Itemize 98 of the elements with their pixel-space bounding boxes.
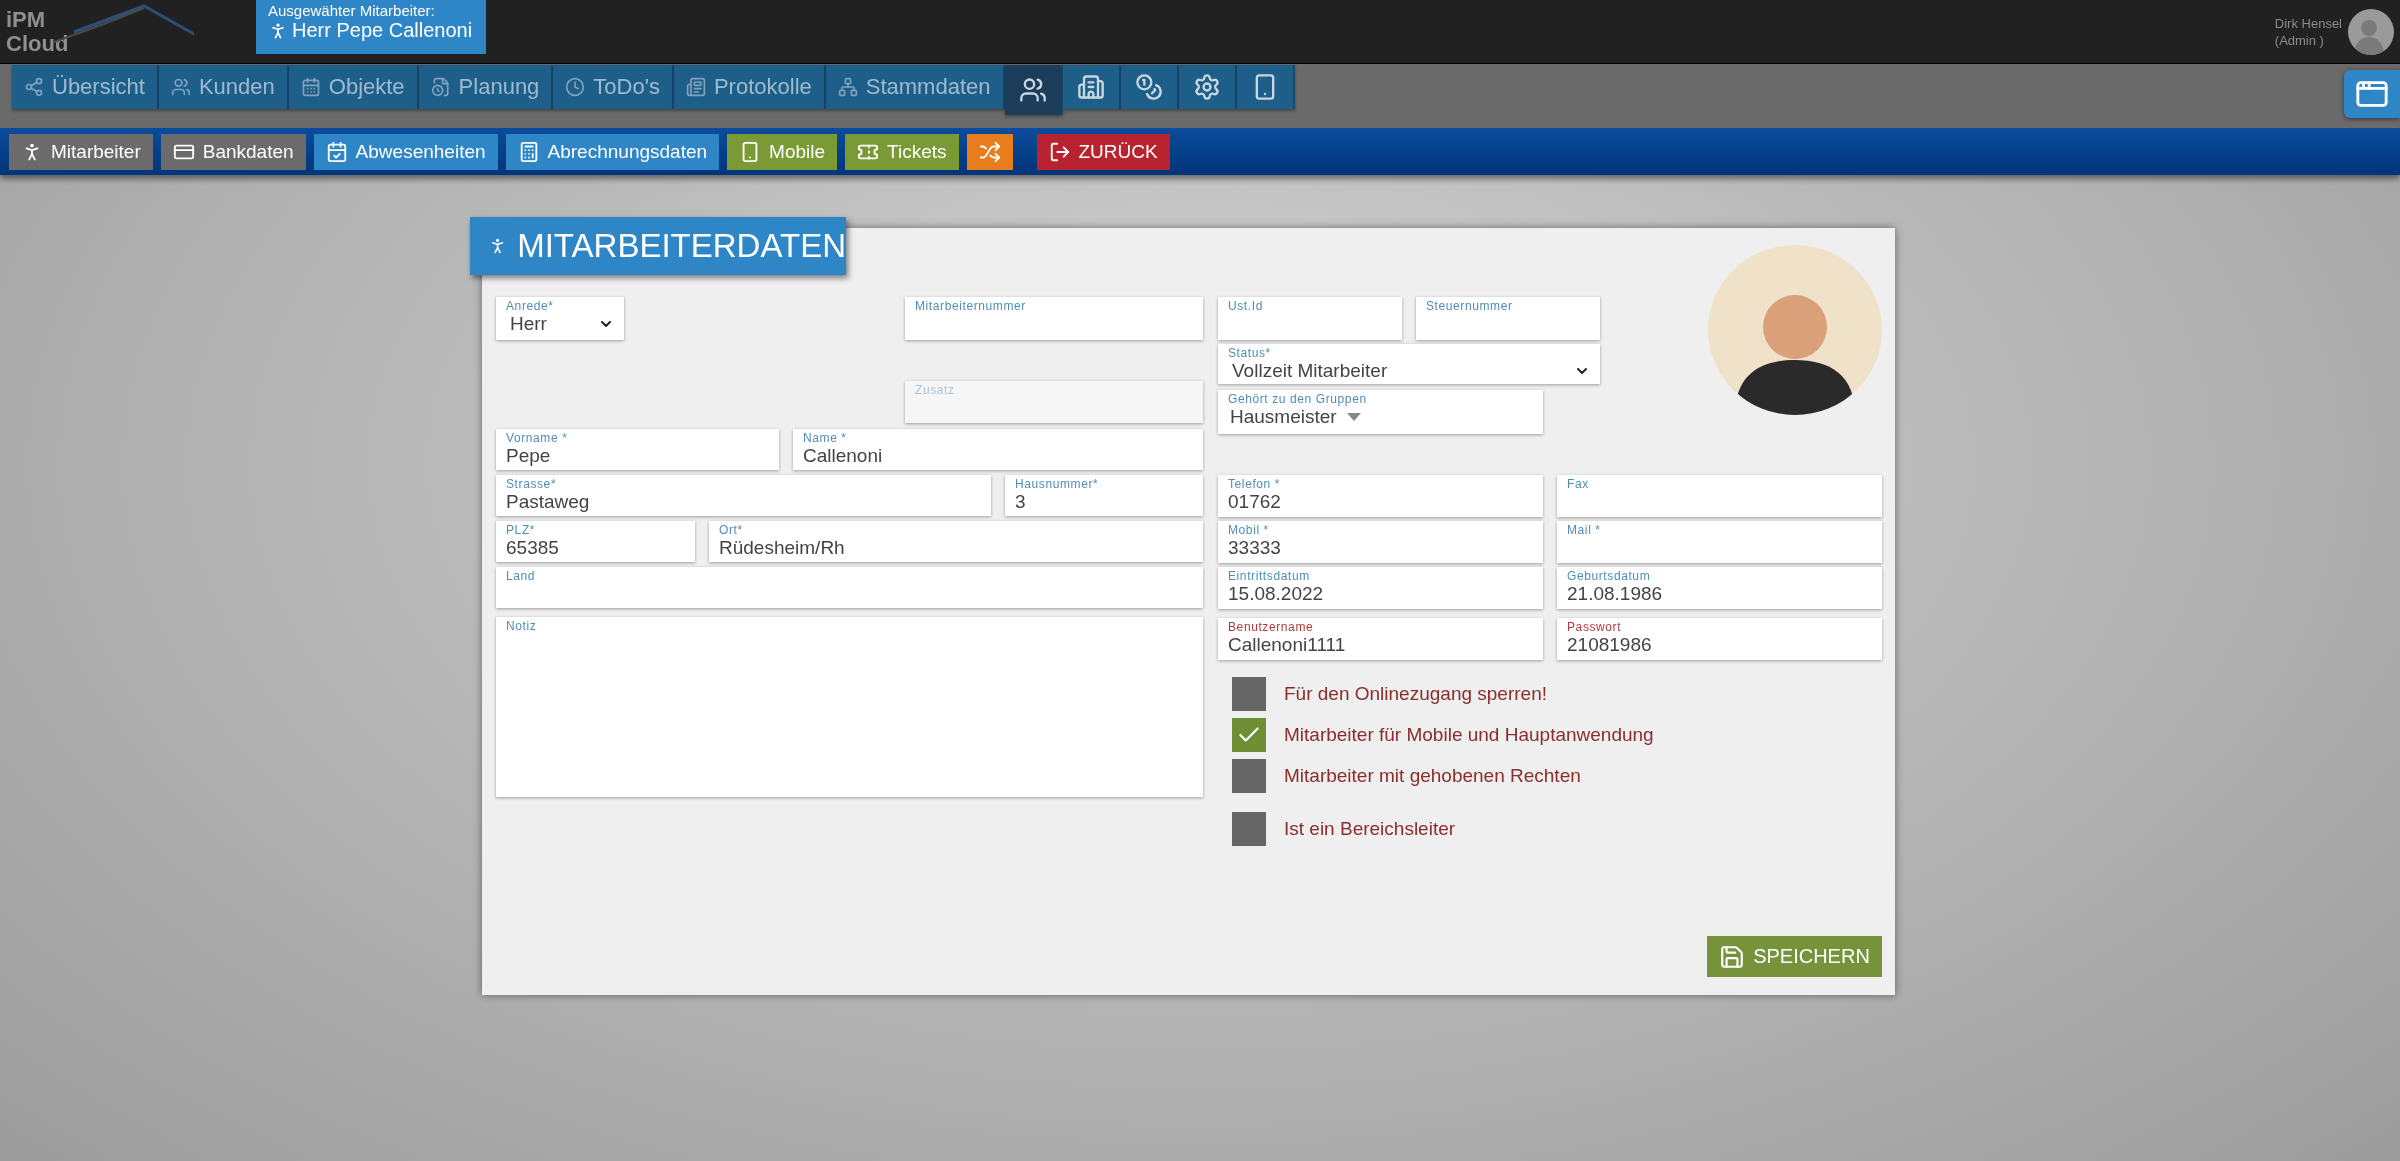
notes-field[interactable]: Notiz	[496, 617, 1203, 797]
input-field[interactable]: Land	[496, 567, 1203, 608]
input-field[interactable]: Telefon * 01762	[1218, 475, 1543, 517]
checkbox[interactable]	[1232, 677, 1266, 711]
back-button[interactable]: ZURÜCK	[1036, 133, 1170, 170]
shuffle-icon	[978, 140, 1001, 163]
field-label: Zusatz	[915, 383, 956, 397]
form-title: MITARBEITERDATEN	[470, 217, 846, 275]
user-name: Dirk Hensel	[2274, 14, 2342, 32]
field-label: Status*	[1228, 346, 1272, 360]
field-label: Geburtsdatum	[1567, 569, 1652, 583]
checkbox-label: Für den Onlinezugang sperren!	[1284, 683, 1547, 705]
subnav-button[interactable]	[966, 133, 1013, 170]
nav-tab[interactable]: Objekte	[288, 65, 419, 109]
input-field[interactable]: Mail *	[1557, 521, 1882, 563]
caret-icon	[1346, 413, 1361, 421]
dropdown-field[interactable]: Gehört zu den Gruppen Hausmeister	[1218, 390, 1543, 434]
field-label: Vorname *	[506, 431, 569, 445]
input-field[interactable]: Vorname * Pepe	[496, 429, 779, 470]
field-label: Anrede*	[506, 299, 555, 313]
users-icon	[170, 77, 191, 97]
checkbox[interactable]	[1232, 718, 1266, 752]
input-field[interactable]: Eintrittsdatum 15.08.2022	[1218, 567, 1543, 609]
subnav-button[interactable]: Mitarbeiter	[9, 133, 153, 170]
building-icon	[1076, 73, 1105, 101]
newspaper-icon	[685, 77, 706, 97]
input-field[interactable]: Name * Callenoni	[793, 429, 1203, 470]
select-field[interactable]: Anrede* Herr	[496, 297, 624, 340]
checkbox-label: Ist ein Bereichsleiter	[1284, 818, 1456, 840]
settings-icon	[1192, 73, 1221, 101]
save-button[interactable]: SPEICHERN	[1707, 936, 1882, 977]
input-field[interactable]: Mitarbeiternummer	[905, 297, 1203, 340]
input-field[interactable]: Mobil * 33333	[1218, 521, 1543, 563]
field-label: Steuernummer	[1426, 299, 1514, 313]
field-label: Ust.Id	[1228, 299, 1264, 313]
window-upload-button[interactable]	[2344, 70, 2400, 118]
logo[interactable]: iPM Cloud	[4, 0, 204, 63]
input-field[interactable]: Ort* Rüdesheim/Rh	[709, 521, 1203, 562]
selected-employee-name: Herr Pepe Callenoni	[268, 19, 474, 42]
input-field[interactable]: Fax	[1557, 475, 1882, 517]
checkbox-label: Mitarbeiter für Mobile und Hauptanwendung	[1284, 724, 1654, 746]
field-label: Mobil *	[1228, 523, 1270, 537]
input-field[interactable]: Ust.Id	[1218, 297, 1402, 340]
input-field[interactable]: PLZ* 65385	[496, 521, 695, 562]
subnav-button[interactable]: Abrechnungsdaten	[505, 133, 720, 170]
coins-icon	[1134, 73, 1163, 101]
checkbox-label: Mitarbeiter mit gehobenen Rechten	[1284, 765, 1581, 787]
nav-tab[interactable]	[1236, 65, 1295, 109]
input-field[interactable]: Hausnummer* 3	[1005, 475, 1203, 516]
field-label: Hausnummer*	[1015, 477, 1100, 491]
user-avatar[interactable]	[2348, 8, 2394, 55]
calendar-check-icon	[325, 140, 348, 163]
logout-icon	[1048, 140, 1071, 163]
clock-icon	[565, 77, 586, 97]
subnav-button[interactable]: Tickets	[845, 133, 959, 170]
field-label: Land	[506, 569, 537, 583]
field-label: Passwort	[1567, 620, 1623, 634]
selected-employee-label: Ausgewähter Mitarbeiter:	[268, 2, 436, 19]
field-label: PLZ*	[506, 523, 537, 537]
nav-tab[interactable]: Übersicht	[12, 65, 159, 109]
nav-tab[interactable]	[1004, 65, 1063, 115]
field-label: Name *	[803, 431, 848, 445]
save-icon	[1719, 943, 1746, 970]
field-label: Mitarbeiternummer	[915, 299, 1027, 313]
user-role: (Admin )	[2274, 31, 2325, 49]
input-field[interactable]: Steuernummer	[1416, 297, 1600, 340]
field-label: Mail *	[1567, 523, 1602, 537]
calendar-icon	[300, 77, 321, 97]
input-field[interactable]: Geburtsdatum 21.08.1986	[1557, 567, 1882, 609]
field-label: Benutzername	[1228, 620, 1315, 634]
field-label: Notiz	[506, 619, 538, 633]
file-clock-icon	[430, 77, 451, 97]
checkbox[interactable]	[1232, 759, 1266, 793]
checkbox[interactable]	[1232, 812, 1266, 846]
subnav-button[interactable]: Bankdaten	[160, 133, 306, 170]
nav-tab[interactable]	[1062, 65, 1121, 109]
select-field[interactable]: Status* Vollzeit Mitarbeiter	[1218, 344, 1600, 384]
nav-tab[interactable]	[1178, 65, 1237, 109]
nav-tab[interactable]	[1120, 65, 1179, 109]
input-field[interactable]: Strasse* Pastaweg	[496, 475, 991, 516]
nav-tab[interactable]: Protokolle	[673, 65, 826, 109]
nav-tab[interactable]: Planung	[418, 65, 554, 109]
users-icon	[1018, 76, 1047, 104]
input-field[interactable]: Benutzername Callenoni1111	[1218, 618, 1543, 660]
subnav-button[interactable]: Abwesenheiten	[313, 133, 498, 170]
field-label: Strasse*	[506, 477, 558, 491]
nav-tab[interactable]: Stammdaten	[825, 65, 1005, 109]
nav-tab[interactable]: ToDo's	[553, 65, 674, 109]
subnav-button[interactable]: Mobile	[727, 133, 838, 170]
field-label: Ort*	[719, 523, 744, 537]
hierarchy-icon	[837, 77, 858, 97]
field-label: Eintrittsdatum	[1228, 569, 1311, 583]
field-label: Telefon *	[1228, 477, 1282, 491]
field-label: Fax	[1567, 477, 1590, 491]
input-field[interactable]: Passwort 21081986	[1557, 618, 1882, 660]
network-icon	[24, 77, 44, 97]
field-label: Gehört zu den Gruppen	[1228, 392, 1368, 406]
nav-tab[interactable]: Kunden	[158, 65, 289, 109]
